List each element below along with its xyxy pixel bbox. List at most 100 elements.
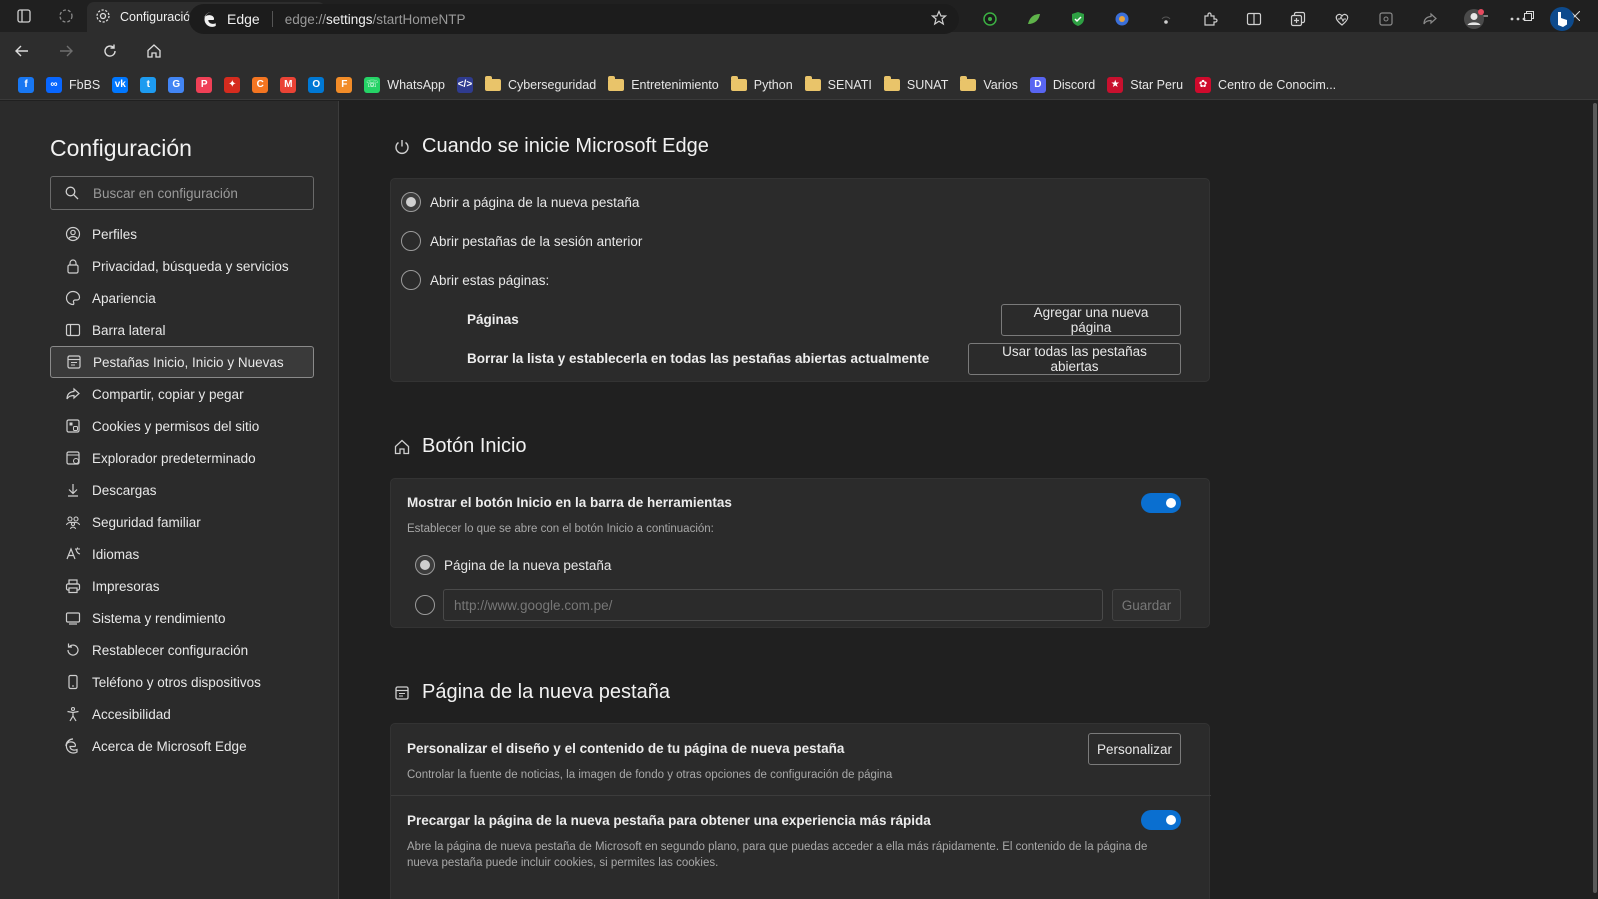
sidebar-item-label: Teléfono y otros dispositivos (92, 674, 261, 690)
address-bar[interactable]: Edge edge://settings/startHomeNTP (189, 4, 959, 34)
meta-icon: ∞ (46, 76, 62, 93)
favorite-16[interactable]: SENATI (799, 73, 878, 97)
sidebar-item-9[interactable]: Seguridad familiar (50, 506, 314, 538)
favorite-6[interactable]: ✦ (218, 73, 246, 97)
refresh-icon[interactable] (88, 34, 132, 68)
preload-toggle[interactable] (1141, 810, 1181, 830)
extensions-puzzle-icon[interactable] (1188, 2, 1232, 36)
favorite-11[interactable]: ☏ WhatsApp (358, 73, 451, 97)
sidebar-item-2[interactable]: Apariencia (50, 282, 314, 314)
sidebar-item-8[interactable]: Descargas (50, 474, 314, 506)
favorite-label: Centro de Conocim... (1218, 77, 1337, 92)
url-text[interactable]: edge://settings/startHomeNTP (285, 12, 466, 27)
performance-icon[interactable] (1320, 2, 1364, 36)
sidebar-item-3[interactable]: Barra lateral (50, 314, 314, 346)
sidebar-item-11[interactable]: Impresoras (50, 570, 314, 602)
sidebar-item-6[interactable]: Cookies y permisos del sitio (50, 410, 314, 442)
extension-globe-icon[interactable] (1100, 2, 1144, 36)
profile-avatar-icon[interactable] (1452, 2, 1496, 36)
sidebar-item-10[interactable]: Idiomas (50, 538, 314, 570)
favorite-label: Varios (983, 77, 1018, 92)
radio-pages[interactable] (401, 270, 421, 290)
favorite-21[interactable]: ✿ Centro de Conocim... (1189, 73, 1342, 97)
startup-option-previous[interactable]: Abrir pestañas de la sesión anterior (401, 231, 642, 251)
split-screen-icon[interactable] (1232, 2, 1276, 36)
content-scrollbar[interactable] (1592, 101, 1598, 899)
add-page-button[interactable]: Agregar una nueva página (1001, 304, 1181, 336)
radio-home-url[interactable] (415, 595, 435, 615)
sidebar-item-16[interactable]: Acerca de Microsoft Edge (50, 730, 314, 762)
forward-icon[interactable] (44, 34, 88, 68)
home-icon[interactable] (132, 34, 176, 68)
scrollbar-thumb[interactable] (1593, 103, 1597, 893)
printer-icon (64, 577, 82, 595)
customize-button[interactable]: Personalizar (1088, 733, 1181, 765)
edge-brand: Edge (203, 11, 260, 28)
use-all-tabs-button[interactable]: Usar todas las pestañas abiertas (968, 343, 1181, 375)
settings-nav: Perfiles Privacidad, búsqueda y servicios… (50, 218, 314, 762)
favorite-17[interactable]: SUNAT (878, 73, 954, 97)
extension-leaf-icon[interactable] (1012, 2, 1056, 36)
favorite-14[interactable]: Entretenimiento (602, 73, 725, 97)
favorite-18[interactable]: Varios (954, 73, 1024, 97)
folder-icon (730, 75, 747, 91)
folder-icon (883, 75, 900, 91)
tab-actions-icon[interactable] (8, 0, 40, 32)
sidebar-item-0[interactable]: Perfiles (50, 218, 314, 250)
workspaces-icon[interactable] (50, 0, 82, 32)
more-options-icon[interactable] (1496, 2, 1540, 36)
favorite-9[interactable]: O (302, 73, 330, 97)
extension-shield-icon[interactable] (1056, 2, 1100, 36)
favorite-20[interactable]: ★ Star Peru (1101, 73, 1189, 97)
sidebar-item-1[interactable]: Privacidad, búsqueda y servicios (50, 250, 314, 282)
facebook-icon: f (18, 76, 34, 93)
search-input[interactable] (93, 185, 303, 201)
sidebar-item-15[interactable]: Accesibilidad (50, 698, 314, 730)
favorite-5[interactable]: P (190, 73, 218, 97)
favorite-13[interactable]: Cyberseguridad (479, 73, 602, 97)
sidebar-item-5[interactable]: Compartir, copiar y pegar (50, 378, 314, 410)
sidebar-item-4[interactable]: Pestañas Inicio, Inicio y Nuevas (50, 346, 314, 378)
sidebar-item-12[interactable]: Sistema y rendimiento (50, 602, 314, 634)
favorite-15[interactable]: Python (725, 73, 799, 97)
pages-label: Páginas (467, 312, 519, 327)
startup-card: Abrir a página de la nueva pestaña Abrir… (390, 178, 1210, 382)
show-home-toggle[interactable] (1141, 493, 1181, 513)
save-url-button[interactable]: Guardar (1112, 589, 1181, 621)
home-url-field[interactable] (443, 589, 1103, 621)
startup-option-pages[interactable]: Abrir estas páginas: (401, 270, 549, 290)
collections-icon[interactable] (1276, 2, 1320, 36)
home-option-ntp[interactable]: Página de la nueva pestaña (415, 555, 611, 575)
home-url-input[interactable] (454, 597, 1102, 613)
share-icon[interactable] (1408, 2, 1452, 36)
startup-option-ntp[interactable]: Abrir a página de la nueva pestaña (401, 192, 639, 212)
sidebar-item-13[interactable]: Restablecer configuración (50, 634, 314, 666)
favorite-8[interactable]: M (274, 73, 302, 97)
back-icon[interactable] (0, 34, 44, 68)
favorite-19[interactable]: D Discord (1024, 73, 1101, 97)
extension-dark-reader-icon[interactable] (968, 2, 1012, 36)
settings-search[interactable] (50, 176, 314, 210)
radio-previous[interactable] (401, 231, 421, 251)
home-option-url[interactable] (415, 595, 444, 615)
browser-essentials-icon[interactable] (1364, 2, 1408, 36)
favorite-10[interactable]: F (330, 73, 358, 97)
vk-icon: vk (112, 76, 129, 93)
favorite-1[interactable]: ∞ FbBS (40, 73, 106, 97)
crunchyroll-icon: C (252, 76, 269, 93)
favorite-7[interactable]: C (246, 73, 274, 97)
radio-home-ntp[interactable] (415, 555, 435, 575)
favorite-4[interactable]: G (162, 73, 190, 97)
favorite-0[interactable]: f (12, 73, 40, 97)
startup-title-text: Cuando se inicie Microsoft Edge (422, 135, 709, 157)
sidebar-item-7[interactable]: Explorador predeterminado (50, 442, 314, 474)
favorite-2[interactable]: vk (106, 73, 134, 97)
extension-dot-icon[interactable] (1144, 2, 1188, 36)
bing-copilot-icon[interactable] (1540, 2, 1584, 36)
favorite-star-icon[interactable] (930, 9, 948, 29)
favorite-3[interactable]: t (134, 73, 162, 97)
favorite-12[interactable]: </> (451, 73, 479, 97)
radio-ntp[interactable] (401, 192, 421, 212)
lock-icon (64, 257, 82, 275)
sidebar-item-14[interactable]: Teléfono y otros dispositivos (50, 666, 314, 698)
